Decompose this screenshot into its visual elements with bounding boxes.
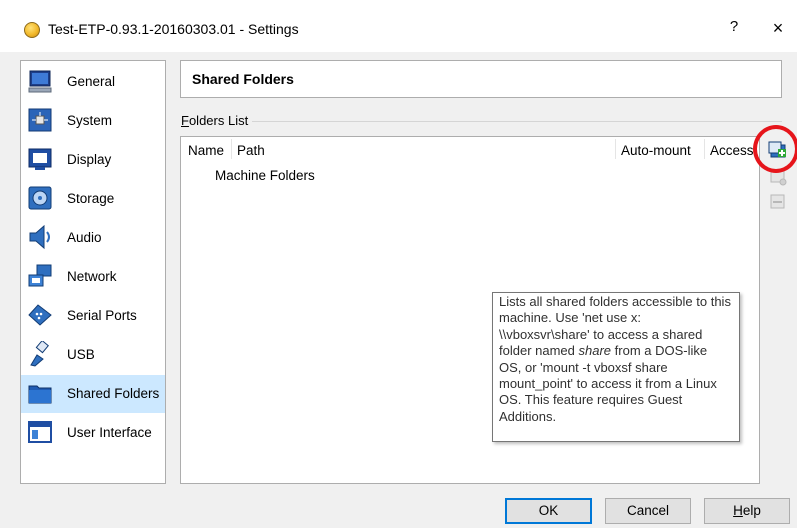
sidebar-item-label: Shared Folders bbox=[67, 386, 160, 401]
group-label-text: olders List bbox=[188, 113, 249, 128]
help-button-label: elp bbox=[742, 503, 761, 518]
sidebar-item-storage[interactable]: Storage bbox=[21, 180, 165, 218]
monitor-icon bbox=[28, 70, 52, 93]
sidebar-item-label: Serial Ports bbox=[67, 308, 137, 323]
sidebar-item-system[interactable]: System bbox=[21, 102, 165, 140]
ok-button[interactable]: OK bbox=[505, 498, 592, 524]
sidebar-item-shared-folders[interactable]: Shared Folders bbox=[21, 375, 165, 413]
context-help-button[interactable]: ? bbox=[724, 18, 744, 40]
disk-icon bbox=[28, 186, 52, 210]
tree-item-machine-folders[interactable]: Machine Folders bbox=[215, 168, 315, 183]
settings-dialog: Test-ETP-0.93.1-20160303.01 - Settings ?… bbox=[0, 0, 797, 528]
page-title: Shared Folders bbox=[192, 71, 294, 87]
virtualbox-app-icon bbox=[24, 22, 40, 38]
tooltip: Lists all shared folders accessible to t… bbox=[492, 292, 740, 442]
folder-icon bbox=[28, 385, 52, 404]
sidebar-item-label: Storage bbox=[67, 191, 115, 206]
accelerator-key: H bbox=[733, 503, 743, 518]
sidebar-item-label: User Interface bbox=[67, 425, 152, 440]
sidebar-item-audio[interactable]: Audio bbox=[21, 219, 165, 257]
chip-icon bbox=[28, 108, 52, 132]
group-divider bbox=[252, 121, 782, 122]
page-header: Shared Folders bbox=[180, 60, 782, 98]
settings-sidebar: General System Display Storage Audio Net… bbox=[20, 60, 166, 484]
sidebar-item-display[interactable]: Display bbox=[21, 141, 165, 179]
remove-shared-folder-icon[interactable] bbox=[768, 192, 788, 212]
title-bar: Test-ETP-0.93.1-20160303.01 - Settings ?… bbox=[0, 0, 797, 52]
sidebar-item-label: Display bbox=[67, 152, 112, 167]
sidebar-item-label: Audio bbox=[67, 230, 102, 245]
column-header-name[interactable]: Name bbox=[188, 143, 224, 158]
network-icon bbox=[28, 264, 52, 287]
usb-icon bbox=[30, 341, 49, 367]
sidebar-item-serial-ports[interactable]: Serial Ports bbox=[21, 297, 165, 335]
accelerator-key: F bbox=[181, 113, 189, 128]
close-button[interactable]: × bbox=[768, 18, 788, 40]
serial-port-icon bbox=[28, 304, 52, 326]
sidebar-item-general[interactable]: General bbox=[21, 63, 165, 101]
tooltip-text-emphasis: share bbox=[578, 343, 612, 359]
folders-list-group-label: Folders List bbox=[181, 113, 253, 128]
sidebar-item-usb[interactable]: USB bbox=[21, 336, 165, 374]
sidebar-item-label: General bbox=[67, 74, 116, 89]
speaker-icon bbox=[29, 224, 50, 250]
sidebar-item-network[interactable]: Network bbox=[21, 258, 165, 296]
column-separator[interactable] bbox=[615, 139, 616, 159]
column-header-access[interactable]: Access bbox=[710, 143, 754, 158]
window-title: Test-ETP-0.93.1-20160303.01 - Settings bbox=[48, 21, 299, 37]
cancel-button[interactable]: Cancel bbox=[605, 498, 691, 524]
sidebar-item-label: Network bbox=[67, 269, 117, 284]
column-header-path[interactable]: Path bbox=[237, 143, 265, 158]
sidebar-item-user-interface[interactable]: User Interface bbox=[21, 414, 165, 452]
column-header-auto-mount[interactable]: Auto-mount bbox=[621, 143, 691, 158]
sidebar-item-label: System bbox=[67, 113, 113, 128]
column-separator[interactable] bbox=[231, 139, 232, 159]
column-separator[interactable] bbox=[704, 139, 705, 159]
display-icon bbox=[28, 148, 52, 170]
window-icon bbox=[28, 421, 52, 443]
help-button[interactable]: Help bbox=[704, 498, 790, 524]
highlight-circle-annotation bbox=[753, 125, 797, 173]
sidebar-item-label: USB bbox=[67, 347, 95, 362]
